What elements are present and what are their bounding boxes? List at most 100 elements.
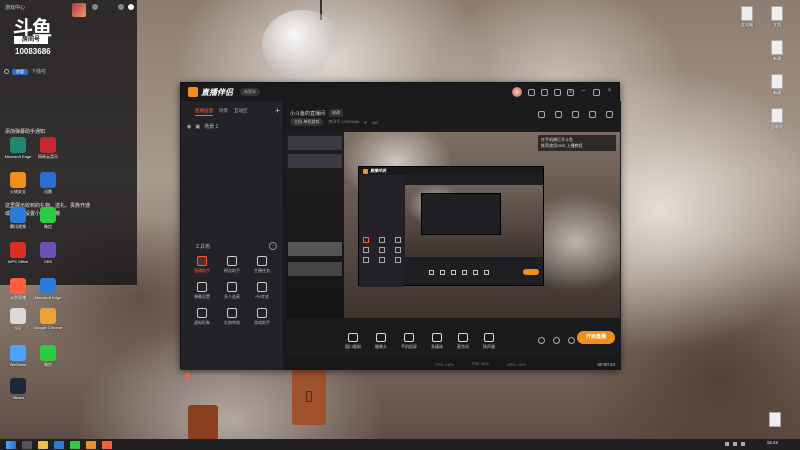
clock[interactable]: 15:42 bbox=[767, 440, 778, 445]
record-icon[interactable] bbox=[538, 337, 545, 344]
source-icon bbox=[404, 332, 414, 342]
desktop-icon[interactable]: Steam bbox=[3, 378, 33, 400]
source-control[interactable]: 麦克风 bbox=[457, 332, 469, 350]
tool-item[interactable]: 主播任务 bbox=[247, 256, 277, 274]
go-live-button[interactable]: 开始直播 bbox=[577, 331, 615, 344]
ctrl-icon bbox=[429, 270, 434, 275]
desktop-icon[interactable]: Microsoft Edge bbox=[33, 278, 63, 300]
visibility-icon[interactable]: ◉ bbox=[187, 124, 191, 130]
desktop-icon[interactable]: Google Chrome bbox=[33, 308, 63, 330]
lock-icon[interactable] bbox=[538, 111, 545, 118]
edit-title-button[interactable]: 修改 bbox=[329, 109, 344, 117]
lock-icon[interactable]: ▣ bbox=[195, 124, 200, 130]
nested-brand: 直播伴侣 bbox=[370, 168, 386, 173]
desktop-file-icon[interactable]: 回收站 bbox=[762, 108, 792, 130]
pin-icon[interactable] bbox=[92, 4, 98, 10]
eye-icon[interactable] bbox=[553, 337, 560, 344]
desktop-icon[interactable]: WeGame bbox=[3, 345, 33, 367]
add-scene-button[interactable]: + bbox=[275, 106, 280, 115]
version-badge[interactable]: 新版本 bbox=[240, 88, 260, 96]
notice-text: 如何把手机游戏投屏到电脑 bbox=[193, 373, 241, 378]
brand-name: 直播伴侣 bbox=[201, 87, 233, 97]
layout-icon[interactable] bbox=[555, 111, 562, 118]
cpu-status: CPU: 18% bbox=[435, 361, 454, 367]
tool-item[interactable]: 弹幕设置 bbox=[187, 282, 217, 300]
desktop-icon[interactable]: 微信 bbox=[33, 207, 63, 230]
desktop-icon[interactable]: 斗鱼直播 bbox=[3, 278, 33, 301]
tool-item[interactable]: 游戏助手 bbox=[247, 308, 277, 326]
menu-icon[interactable]: ≡ bbox=[567, 88, 574, 96]
desktop-icon[interactable]: WPS Office bbox=[3, 242, 33, 264]
gear-icon[interactable] bbox=[568, 337, 575, 344]
recycle-bin-icon[interactable] bbox=[760, 412, 790, 427]
close-icon[interactable]: × bbox=[606, 88, 613, 96]
tab-scene[interactable]: 场景 bbox=[219, 108, 228, 116]
desktop-file-icon[interactable]: 新建 bbox=[762, 74, 792, 96]
source-label: 扬声器 bbox=[483, 343, 495, 349]
live-app-icon[interactable] bbox=[86, 440, 96, 449]
desktop-icon-label: WPS Office bbox=[7, 259, 29, 264]
source-control[interactable]: 手机投屏 bbox=[401, 332, 417, 350]
scene-row[interactable]: ◉ ▣ 场景 1 bbox=[187, 123, 218, 131]
menu-icon[interactable] bbox=[128, 4, 134, 10]
tool-item[interactable]: 礼物特效 bbox=[217, 308, 247, 326]
user-avatar[interactable] bbox=[512, 87, 522, 97]
desktop-icon[interactable]: OBS bbox=[33, 242, 63, 264]
fans-icon: ♥ bbox=[364, 119, 367, 125]
source-control[interactable]: 窗口截取 bbox=[345, 332, 361, 350]
tool-item[interactable]: 直播助手 bbox=[187, 256, 217, 274]
tool-icon bbox=[363, 237, 369, 243]
tool-item[interactable]: 粉丝助手 bbox=[217, 256, 247, 274]
close-icon[interactable] bbox=[118, 4, 124, 10]
desktop-icon[interactable]: 网易云音乐 bbox=[33, 137, 63, 160]
edge-icon[interactable] bbox=[54, 440, 64, 449]
maximize-icon[interactable] bbox=[593, 88, 600, 96]
source-control[interactable]: 摄像头 bbox=[375, 332, 387, 350]
skin-icon[interactable] bbox=[554, 88, 561, 96]
desktop-file-icon[interactable]: 此电脑 bbox=[732, 6, 762, 28]
desktop-file-icon[interactable]: 文档 bbox=[762, 6, 792, 28]
tool-item[interactable]: 多人连麦 bbox=[217, 282, 247, 300]
avatar[interactable] bbox=[72, 3, 86, 17]
tab-live-view[interactable]: 直播画面 bbox=[195, 108, 213, 116]
decor-wood-tag: ▯ bbox=[292, 365, 326, 425]
desktop-icon[interactable]: Microsoft Edge bbox=[3, 137, 33, 159]
source-control[interactable]: 扬声器 bbox=[483, 332, 495, 350]
search-icon[interactable] bbox=[22, 440, 32, 449]
explorer-icon[interactable] bbox=[38, 440, 48, 449]
settings-icon[interactable] bbox=[541, 88, 548, 96]
source-control[interactable]: 多媒体 bbox=[431, 332, 443, 350]
tool-item[interactable]: PK对战 bbox=[247, 282, 277, 300]
nested-window-capture: 直播伴侣 bbox=[358, 166, 544, 287]
ctrl-icon bbox=[440, 270, 445, 275]
desktop-icon[interactable]: 微信 bbox=[33, 345, 63, 368]
desktop-icon[interactable]: 腾讯视频 bbox=[3, 207, 33, 230]
tool-item[interactable]: 虚拟形象 bbox=[187, 308, 217, 326]
minimize-icon[interactable]: – bbox=[580, 88, 587, 96]
tool-icon bbox=[257, 282, 267, 292]
bag-icon[interactable] bbox=[572, 111, 579, 118]
volume-icon[interactable] bbox=[733, 442, 737, 446]
share-icon[interactable] bbox=[606, 111, 613, 118]
start-button[interactable] bbox=[6, 440, 16, 449]
message-icon[interactable] bbox=[528, 88, 535, 96]
desktop-icon[interactable]: 火绒安全 bbox=[3, 172, 33, 195]
notice-bar[interactable]: 如何把手机游戏投屏到电脑 bbox=[185, 373, 241, 379]
desktop-file-icon[interactable]: 新建 bbox=[762, 40, 792, 62]
douyu-icon[interactable] bbox=[102, 440, 112, 449]
title-bar-controls: ≡ – × bbox=[512, 87, 613, 97]
title-bar[interactable]: 直播伴侣 新版本 ≡ – × bbox=[181, 83, 619, 101]
wechat-icon[interactable] bbox=[70, 440, 80, 449]
category-pill[interactable]: 主机-单机游戏 bbox=[290, 118, 324, 126]
desktop-icon[interactable]: 迅雷 bbox=[33, 172, 63, 195]
chevron-right-icon[interactable]: › bbox=[269, 242, 277, 250]
tab-interact[interactable]: 互动区 bbox=[234, 108, 248, 116]
nested-left-column bbox=[359, 175, 403, 287]
desktop-icon[interactable]: QQ bbox=[3, 308, 33, 330]
network-icon[interactable] bbox=[725, 442, 729, 446]
bell-icon[interactable] bbox=[589, 111, 596, 118]
panel-header: 游戏中心 bbox=[5, 5, 26, 11]
live-preview[interactable]: 在手机端打开斗鱼 推荐使用OBS 上播教程 直播伴侣 bbox=[286, 132, 620, 318]
ime-icon[interactable] bbox=[741, 442, 745, 446]
desktop-icon-label: 微信 bbox=[44, 224, 52, 229]
